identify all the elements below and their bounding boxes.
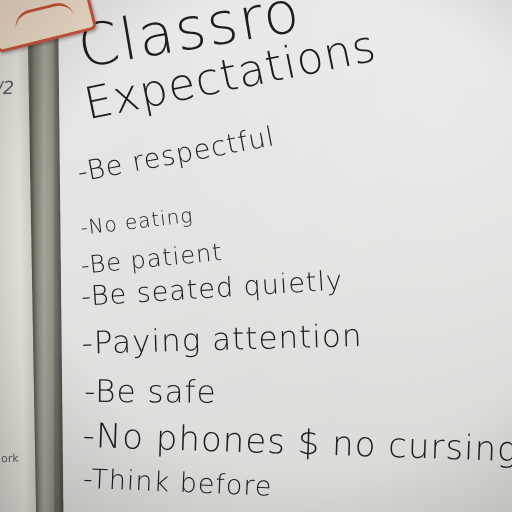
- left-sheet-text-top: /2: [0, 77, 15, 100]
- expectation-item: -No eating: [79, 202, 195, 240]
- sticker-arc: [12, 0, 75, 31]
- expectation-item: -No phones $ no cursing: [81, 415, 512, 471]
- left-sheet-text-bottom: ork: [1, 451, 19, 466]
- chart-paper: Classro Expectations -Be respectful -No …: [58, 0, 512, 512]
- photo-scene: /2 ork Classro Expectations -Be respectf…: [0, 0, 512, 512]
- expectation-item: -Be safe: [84, 373, 217, 411]
- expectation-item: -Paying attention: [81, 317, 364, 362]
- expectation-item: -Think before: [82, 463, 274, 503]
- expectation-item: -Be respectful: [75, 121, 278, 189]
